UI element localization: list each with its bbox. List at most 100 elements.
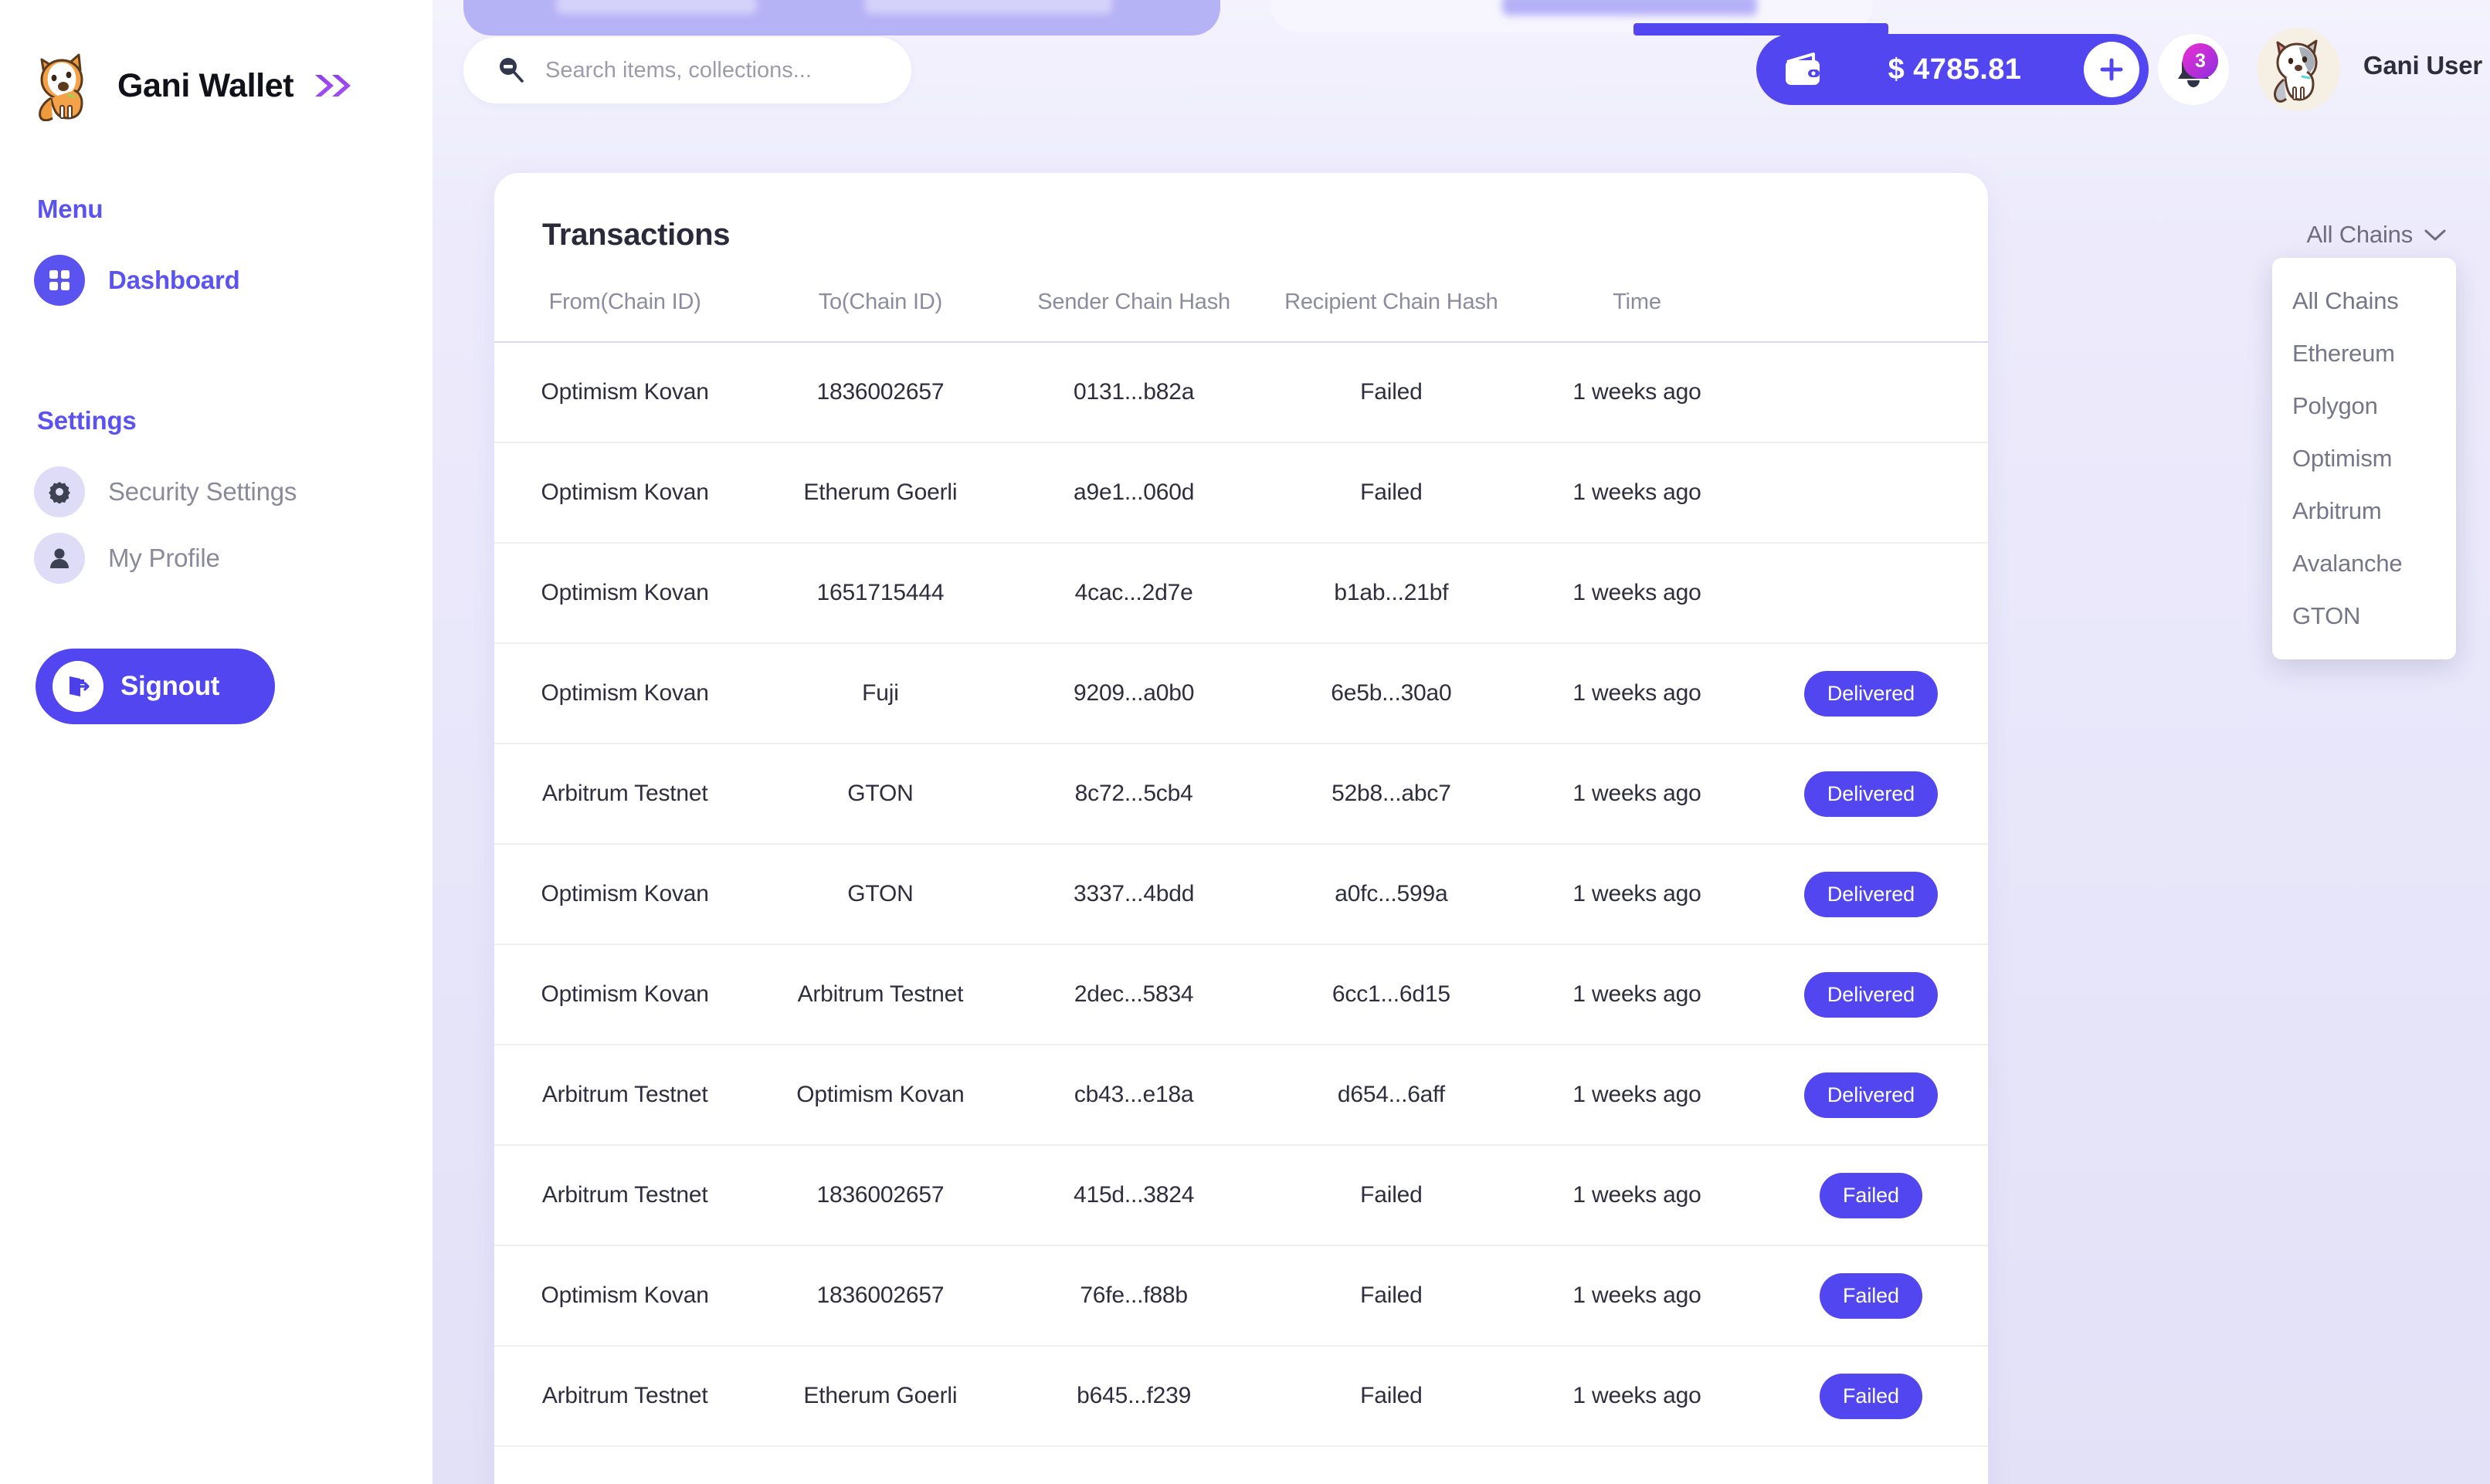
table-body: Optimism Kovan 1836002657 0131...b82a Faile… [494,342,1988,1446]
cell-from: Optimism Kovan [541,479,709,505]
chain-filter-dropdown[interactable]: All Chains Ethereum Polygon Optimism Arbitru… [2272,258,2456,659]
main-content: $ 4785.81 3 [433,0,2490,1484]
cell-status [1754,342,1988,442]
dropdown-option-gton[interactable]: GTON [2272,590,2456,642]
cell-to: 1836002657 [816,1182,945,1208]
cell-recipient: Failed [1360,1182,1423,1208]
status-badge: Failed [1820,1373,1922,1419]
cell-recipient: Failed [1360,479,1423,505]
balance-pill[interactable]: $ 4785.81 [1756,34,2149,105]
cell-sender: 9209...a0b0 [1073,680,1195,706]
status-badge: Delivered [1803,670,1939,717]
dropdown-option-ethereum[interactable]: Ethereum [2272,327,2456,380]
cell-recipient: 6e5b...30a0 [1331,680,1452,706]
double-chevron-right-icon[interactable] [312,70,355,101]
table-row[interactable]: Optimism Kovan 1836002657 0131...b82a Faile… [494,342,1988,442]
table-row[interactable]: Optimism Kovan GTON 3337...4bdd a0fc...599a… [494,844,1988,944]
cell-status: Delivered [1754,1045,1988,1145]
cell-sender: 415d...3824 [1073,1182,1195,1208]
sidebar-item-my-profile[interactable]: My Profile [0,525,433,591]
cell-status [1754,442,1988,543]
cell-from: Arbitrum Testnet [541,1182,708,1208]
column-header-time: Time [1613,290,1661,314]
search-input[interactable] [545,57,870,83]
dropdown-option-all-chains[interactable]: All Chains [2272,275,2456,327]
page-title: Transactions [542,218,731,252]
table-row[interactable]: Arbitrum Testnet 1836002657 415d...3824 Fai… [494,1145,1988,1245]
cell-recipient: 52b8...abc7 [1332,781,1451,806]
dropdown-option-optimism[interactable]: Optimism [2272,432,2456,485]
shiba-dog-logo [34,50,100,122]
status-badge: Failed [1820,1272,1922,1319]
cell-from: Arbitrum Testnet [541,1383,708,1408]
cell-status: Failed [1754,1346,1988,1446]
sidebar-item-security-settings[interactable]: Security Settings [0,459,433,525]
signout-label: Signout [120,671,220,701]
status-badge: Delivered [1803,771,1939,817]
table-row[interactable]: Optimism Kovan 1651715444 4cac...2d7e b1ab.… [494,543,1988,643]
cell-recipient: 6cc1...6d15 [1332,981,1450,1007]
notification-badge: 3 [2183,43,2218,79]
cell-from: Optimism Kovan [541,680,709,706]
chain-filter-trigger[interactable]: All Chains [2306,221,2447,249]
sidebar-menu-title: Menu [37,195,103,223]
cell-time: 1 weeks ago [1572,1082,1701,1107]
cell-to: 1651715444 [816,580,945,605]
dropdown-option-polygon[interactable]: Polygon [2272,380,2456,432]
table-row[interactable]: Arbitrum Testnet Etherum Goerli b645...f23… [494,1346,1988,1446]
cell-from: Optimism Kovan [541,379,709,405]
table-row[interactable]: Optimism Kovan Arbitrum Testnet 2dec...583… [494,944,1988,1045]
cell-from: Arbitrum Testnet [541,1082,708,1107]
cell-status: Delivered [1754,643,1988,744]
wallet-icon [1783,51,1826,88]
cell-sender: 3337...4bdd [1073,881,1195,906]
dropdown-option-arbitrum[interactable]: Arbitrum [2272,485,2456,537]
sidebar-settings-title: Settings [37,406,137,435]
sidebar: Gani Wallet Menu Dashboard Settings Secu… [0,0,433,1484]
brand[interactable]: Gani Wallet [0,43,433,128]
dropdown-option-avalanche[interactable]: Avalanche [2272,537,2456,590]
cell-time: 1 weeks ago [1572,1383,1701,1408]
cell-from: Optimism Kovan [541,1282,709,1308]
signout-button[interactable]: Signout [36,649,275,724]
search-box[interactable] [463,37,911,103]
cell-to: Fuji [862,680,899,706]
brand-name: Gani Wallet [117,66,294,104]
balance-amount: $ 4785.81 [1888,53,2022,86]
search-icon [496,54,525,87]
sidebar-item-label: My Profile [108,544,220,572]
transactions-card: Transactions From(Chain ID) To(Chain ID)… [494,173,1988,1484]
cell-sender: b645...f239 [1077,1383,1192,1408]
column-header-status [1754,290,1988,342]
cell-to: Etherum Goerli [803,479,958,505]
cell-sender: 2dec...5834 [1074,981,1194,1007]
sidebar-item-label: Security Settings [108,477,297,506]
add-funds-button[interactable] [2084,42,2139,97]
cell-time: 1 weeks ago [1572,379,1701,405]
cell-recipient: d654...6aff [1337,1082,1445,1107]
column-header-sender: Sender Chain Hash [1037,290,1230,314]
cell-from: Optimism Kovan [541,881,709,906]
table-row[interactable]: Arbitrum Testnet GTON 8c72...5cb4 52b8...ab… [494,744,1988,844]
username-label: Gani User [2363,51,2482,80]
cell-sender: a9e1...060d [1073,479,1195,505]
cell-recipient: a0fc...599a [1335,881,1448,906]
cell-to: Optimism Kovan [796,1082,965,1107]
table-row[interactable]: Arbitrum Testnet Optimism Kovan cb43...e18… [494,1045,1988,1145]
cell-to: Etherum Goerli [803,1383,958,1408]
cell-status: Delivered [1754,944,1988,1045]
cell-time: 1 weeks ago [1572,479,1701,505]
cell-from: Optimism Kovan [541,580,709,605]
sidebar-item-dashboard[interactable]: Dashboard [0,247,433,313]
cell-to: GTON [847,781,914,806]
gear-icon [34,466,85,517]
cell-sender: 0131...b82a [1073,379,1195,405]
table-row[interactable]: Optimism Kovan Etherum Goerli a9e1...060d F… [494,442,1988,543]
column-header-recipient: Recipient Chain Hash [1284,290,1498,314]
column-header-from: From(Chain ID) [548,290,701,314]
table-row[interactable]: Optimism Kovan 1836002657 76fe...f88b Faile… [494,1245,1988,1346]
avatar[interactable] [2257,28,2340,111]
plus-icon [2100,58,2123,81]
table-row[interactable]: Optimism Kovan Fuji 9209...a0b0 6e5b...30a0… [494,643,1988,744]
notifications-button[interactable]: 3 [2158,34,2229,105]
